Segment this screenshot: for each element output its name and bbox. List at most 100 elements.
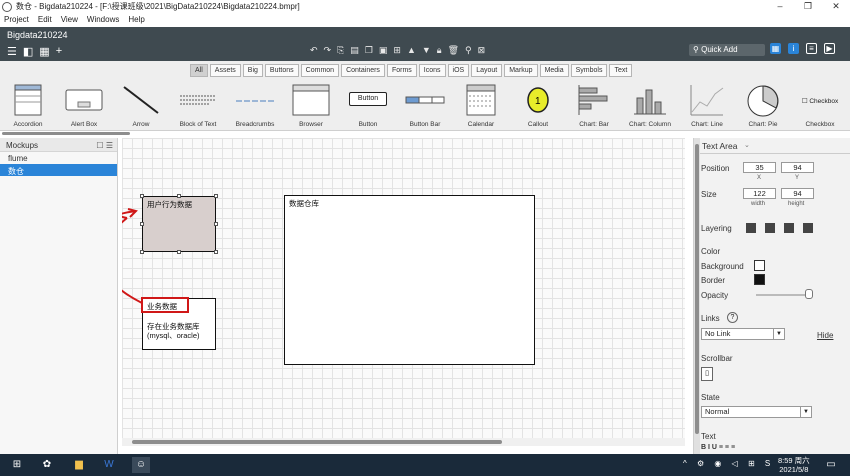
bring-forward-icon[interactable] [765, 223, 775, 233]
bring-to-front-icon[interactable] [746, 223, 756, 233]
mockup-item-shucang[interactable]: 数仓 [0, 164, 117, 176]
text-format-icons[interactable]: B I U ≡ ≡ ≡ [701, 444, 735, 451]
start-icon[interactable]: ⊞ [8, 457, 26, 473]
minimize-button[interactable]: – [766, 0, 794, 13]
component-chart-column[interactable]: Chart: Column [622, 79, 678, 131]
notes-icon[interactable]: ≡ [806, 43, 817, 54]
opacity-slider-track[interactable] [756, 294, 810, 296]
copy-icon[interactable]: ⎘ [337, 45, 344, 56]
category-markup[interactable]: Markup [504, 64, 538, 77]
category-text[interactable]: Text [609, 64, 633, 77]
maximize-button[interactable]: ❐ [794, 0, 822, 13]
taskbar-clock[interactable]: 8:59 周六 2021/5/8 [778, 456, 810, 474]
category-ios[interactable]: iOS [447, 64, 470, 77]
menu-windows[interactable]: Windows [87, 15, 119, 24]
canvas-horizontal-scrollbar[interactable] [122, 438, 685, 446]
menu-help[interactable]: Help [128, 15, 144, 24]
position-y-input[interactable]: 94 [781, 162, 814, 173]
bring-front-icon[interactable]: ▲ [407, 45, 416, 56]
align-icon[interactable]: ⊞ [393, 45, 401, 56]
component-breadcrumbs[interactable]: Breadcrumbs [227, 79, 283, 131]
link-select[interactable]: No Link ▼ [701, 328, 785, 340]
position-x-input[interactable]: 35 [743, 162, 776, 173]
search-icon[interactable]: ⚲ [465, 45, 472, 56]
send-backward-icon[interactable] [784, 223, 794, 233]
fullscreen-icon[interactable]: ⊠ [478, 45, 486, 56]
callout-thumbnail: 1 [527, 87, 549, 113]
menu-project[interactable]: Project [4, 15, 29, 24]
toggle-panel-icon[interactable]: ◧ [23, 45, 33, 58]
component-callout[interactable]: 1 Callout [510, 79, 566, 131]
component-checkbox[interactable]: ☐ Checkbox Checkbox [792, 79, 848, 131]
component-accordion[interactable]: Accordion [0, 79, 56, 131]
component-chart-pie[interactable]: Chart: Pie [735, 79, 791, 131]
category-symbols[interactable]: Symbols [570, 64, 608, 77]
category-containers[interactable]: Containers [341, 64, 385, 77]
component-alert-box[interactable]: Alert Box [56, 79, 112, 131]
hide-link[interactable]: Hide [817, 331, 833, 340]
component-browser[interactable]: Browser [283, 79, 339, 131]
border-color-swatch[interactable] [754, 274, 765, 285]
background-color-swatch[interactable] [754, 260, 765, 271]
component-calendar[interactable]: Calendar [453, 79, 509, 131]
canvas-scrollbar-thumb[interactable] [132, 440, 502, 444]
inspector-scrollbar[interactable] [694, 138, 700, 454]
category-icons[interactable]: Icons [418, 64, 446, 77]
category-assets[interactable]: Assets [209, 64, 241, 77]
grid-view-icon[interactable]: ▦ [39, 45, 49, 58]
duplicate-icon[interactable]: ❐ [365, 45, 373, 56]
height-input[interactable]: 94 [781, 188, 814, 199]
file-explorer-icon[interactable]: ▆ [70, 457, 88, 473]
word-icon[interactable]: W [100, 457, 118, 473]
category-big[interactable]: Big [242, 64, 263, 77]
category-common[interactable]: Common [300, 64, 340, 77]
component-chart-line[interactable]: Chart: Line [679, 79, 735, 131]
add-mockup-icon[interactable]: + [56, 45, 62, 58]
info-icon[interactable]: i [788, 43, 799, 54]
send-back-icon[interactable]: ▼ [422, 45, 431, 56]
component-arrow[interactable]: Arrow [113, 79, 169, 131]
delete-icon[interactable]: 🗑︎ [448, 45, 459, 56]
system-tray-icons[interactable]: ^ ⚙ ◉ ◁ ⊞ S [683, 459, 774, 468]
scrollbar-toggle-icon[interactable]: ▯ [701, 367, 713, 381]
state-select[interactable]: Normal ▼ [701, 406, 812, 418]
mockup-item-flume[interactable]: flume [0, 152, 117, 164]
group-icon[interactable]: ▣ [379, 45, 388, 56]
lock-icon[interactable]: 🔒︎ [437, 45, 442, 56]
menu-edit[interactable]: Edit [38, 15, 52, 24]
inspector-scrollbar-thumb[interactable] [695, 144, 699, 434]
quick-add-input[interactable]: ⚲ Quick Add [689, 44, 765, 56]
component-button-bar[interactable]: Button Bar [397, 79, 453, 131]
chevron-down-icon[interactable]: ⌄ [744, 141, 750, 149]
category-all[interactable]: All [190, 64, 208, 77]
menu-view[interactable]: View [61, 15, 78, 24]
mockups-view-icon[interactable]: ☐ ☰ [96, 141, 113, 150]
mockup-canvas[interactable]: 用户行为数据 业务数据 存在业务数据库 (mysql、oracle) 数据仓库 [122, 138, 685, 446]
undo-icon[interactable]: ↶ [310, 45, 318, 56]
background-label: Background [701, 262, 744, 271]
component-button[interactable]: Button Button [340, 79, 396, 131]
present-icon[interactable]: ▶ [824, 43, 835, 54]
category-forms[interactable]: Forms [386, 64, 417, 77]
component-label: Arrow [132, 121, 150, 128]
ui-library-icon[interactable]: ▦ [770, 43, 781, 54]
width-input[interactable]: 122 [743, 188, 776, 199]
balsamiq-icon[interactable]: ☺ [132, 457, 150, 473]
links-help-icon[interactable]: ? [727, 312, 738, 323]
data-warehouse-box[interactable]: 数据仓库 [284, 195, 535, 365]
library-scrollbar-thumb[interactable] [2, 132, 130, 135]
component-chart-bar[interactable]: Chart: Bar [566, 79, 622, 131]
library-scrollbar[interactable] [0, 131, 132, 136]
category-media[interactable]: Media [539, 64, 569, 77]
send-to-back-icon[interactable] [803, 223, 813, 233]
redo-icon[interactable]: ↷ [324, 45, 332, 56]
notification-icon[interactable]: ▭ [822, 457, 840, 473]
close-button[interactable]: ✕ [822, 0, 850, 13]
app-icon-1[interactable]: ✿ [38, 457, 56, 473]
component-block-of-text[interactable]: Block of Text [170, 79, 226, 131]
category-layout[interactable]: Layout [471, 64, 503, 77]
paste-icon[interactable]: ▤ [350, 45, 359, 56]
opacity-slider-handle[interactable] [805, 289, 813, 299]
hamburger-menu-icon[interactable]: ☰ [7, 45, 17, 58]
category-buttons[interactable]: Buttons [264, 64, 299, 77]
